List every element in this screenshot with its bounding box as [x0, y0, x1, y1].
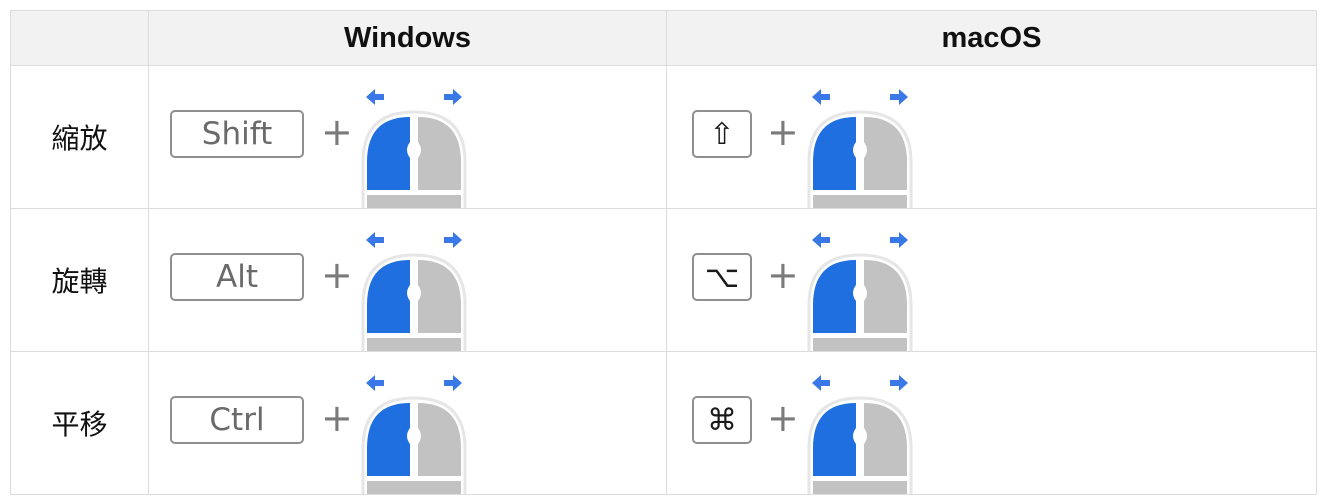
left-drag-mouse-icon [805, 209, 925, 351]
arrow-right-icon [444, 232, 462, 248]
mac-combo-cell: ⌥ + [666, 208, 1317, 352]
action-label: 縮放 [10, 65, 149, 209]
arrow-right-icon [890, 375, 908, 391]
left-drag-mouse-icon [805, 66, 925, 208]
header-windows: Windows [148, 10, 667, 66]
left-drag-mouse-icon [359, 66, 479, 208]
arrow-right-icon [890, 232, 908, 248]
command-key-mac: ⌘ [692, 396, 752, 444]
plus-sign: + [767, 396, 799, 440]
ctrl-key: Ctrl [170, 396, 304, 444]
plus-sign: + [767, 253, 799, 297]
windows-combo-cell: Ctrl + [148, 351, 667, 495]
table-row: 縮放 Shift + ⇧ + [10, 65, 1317, 209]
mac-combo-cell: ⌘ + [666, 351, 1317, 495]
arrow-left-icon [366, 375, 384, 391]
arrow-right-icon [444, 375, 462, 391]
option-key-mac: ⌥ [692, 253, 752, 301]
plus-sign: + [767, 110, 799, 154]
shortcut-table: Windows macOS 縮放 Shift + ⇧ + 旋轉 Alt + ⌥ … [10, 10, 1317, 495]
arrow-right-icon [890, 89, 908, 105]
shift-key: Shift [170, 110, 304, 158]
shift-key-mac: ⇧ [692, 110, 752, 158]
arrow-left-icon [366, 232, 384, 248]
plus-sign: + [321, 396, 353, 440]
arrow-left-icon [812, 89, 830, 105]
plus-sign: + [321, 110, 353, 154]
shift-icon: ⇧ [709, 116, 735, 152]
header-macos: macOS [666, 10, 1317, 66]
plus-sign: + [321, 253, 353, 297]
mouse-body [813, 481, 907, 494]
table-row: 平移 Ctrl + ⌘ + [10, 351, 1317, 495]
left-drag-mouse-icon [805, 352, 925, 494]
action-label: 平移 [10, 351, 149, 495]
mouse-body [813, 338, 907, 351]
arrow-right-icon [444, 89, 462, 105]
alt-key: Alt [170, 253, 304, 301]
arrow-left-icon [812, 232, 830, 248]
header-row: Windows macOS [10, 10, 1317, 66]
mac-combo-cell: ⇧ + [666, 65, 1317, 209]
option-icon: ⌥ [704, 259, 740, 295]
mouse-body [367, 481, 461, 494]
arrow-left-icon [366, 89, 384, 105]
windows-combo-cell: Shift + [148, 65, 667, 209]
header-corner-cell [10, 10, 149, 66]
arrow-left-icon [812, 375, 830, 391]
action-label: 旋轉 [10, 208, 149, 352]
mouse-body [813, 195, 907, 208]
command-icon: ⌘ [707, 402, 737, 438]
table-row: 旋轉 Alt + ⌥ + [10, 208, 1317, 352]
mouse-body [367, 338, 461, 351]
left-drag-mouse-icon [359, 352, 479, 494]
mouse-body [367, 195, 461, 208]
left-drag-mouse-icon [359, 209, 479, 351]
windows-combo-cell: Alt + [148, 208, 667, 352]
